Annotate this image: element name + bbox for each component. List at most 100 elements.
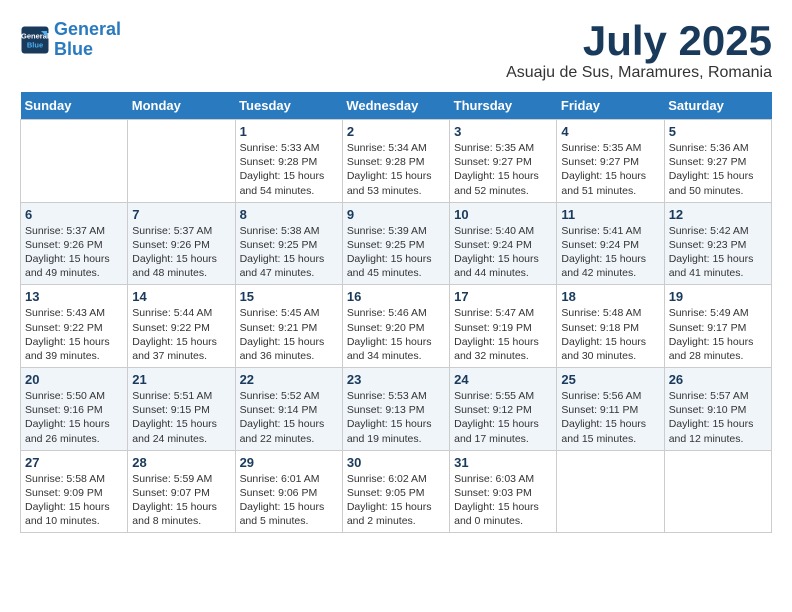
- day-number: 25: [561, 372, 659, 387]
- cell-info: Sunrise: 5:41 AMSunset: 9:24 PMDaylight:…: [561, 224, 659, 281]
- calendar-cell: 6 Sunrise: 5:37 AMSunset: 9:26 PMDaylight…: [21, 202, 128, 285]
- calendar-cell: 20 Sunrise: 5:50 AMSunset: 9:16 PMDayligh…: [21, 368, 128, 451]
- calendar-cell: 4 Sunrise: 5:35 AMSunset: 9:27 PMDaylight…: [557, 120, 664, 203]
- calendar-cell: 15 Sunrise: 5:45 AMSunset: 9:21 PMDayligh…: [235, 285, 342, 368]
- calendar-cell: 26 Sunrise: 5:57 AMSunset: 9:10 PMDayligh…: [664, 368, 771, 451]
- cell-info: Sunrise: 5:37 AMSunset: 9:26 PMDaylight:…: [25, 224, 123, 281]
- weekday-header-tuesday: Tuesday: [235, 92, 342, 120]
- cell-info: Sunrise: 6:01 AMSunset: 9:06 PMDaylight:…: [240, 472, 338, 529]
- calendar-week-row: 1 Sunrise: 5:33 AMSunset: 9:28 PMDaylight…: [21, 120, 772, 203]
- day-number: 14: [132, 289, 230, 304]
- calendar-cell: 24Sunrise: 5:55 AMSunset: 9:12 PMDayligh…: [450, 368, 557, 451]
- calendar-cell: 29Sunrise: 6:01 AMSunset: 9:06 PMDayligh…: [235, 450, 342, 533]
- weekday-header-wednesday: Wednesday: [342, 92, 449, 120]
- cell-info: Sunrise: 5:56 AMSunset: 9:11 PMDaylight:…: [561, 389, 659, 446]
- calendar-cell: [128, 120, 235, 203]
- cell-info: Sunrise: 5:36 AMSunset: 9:27 PMDaylight:…: [669, 141, 767, 198]
- cell-info: Sunrise: 5:46 AMSunset: 9:20 PMDaylight:…: [347, 306, 445, 363]
- calendar-cell: 31Sunrise: 6:03 AMSunset: 9:03 PMDayligh…: [450, 450, 557, 533]
- cell-info: Sunrise: 5:50 AMSunset: 9:16 PMDaylight:…: [25, 389, 123, 446]
- calendar-week-row: 13Sunrise: 5:43 AMSunset: 9:22 PMDayligh…: [21, 285, 772, 368]
- day-number: 31: [454, 455, 552, 470]
- cell-info: Sunrise: 5:49 AMSunset: 9:17 PMDaylight:…: [669, 306, 767, 363]
- calendar-body: 1 Sunrise: 5:33 AMSunset: 9:28 PMDaylight…: [21, 120, 772, 533]
- logo-icon: General Blue: [20, 25, 50, 55]
- cell-info: Sunrise: 5:33 AMSunset: 9:28 PMDaylight:…: [240, 141, 338, 198]
- cell-info: Sunrise: 5:57 AMSunset: 9:10 PMDaylight:…: [669, 389, 767, 446]
- calendar-cell: [664, 450, 771, 533]
- month-year-title: July 2025: [506, 20, 772, 62]
- weekday-header-thursday: Thursday: [450, 92, 557, 120]
- calendar-week-row: 20 Sunrise: 5:50 AMSunset: 9:16 PMDayligh…: [21, 368, 772, 451]
- day-number: 15: [240, 289, 338, 304]
- day-number: 5: [669, 124, 767, 139]
- cell-info: Sunrise: 5:37 AMSunset: 9:26 PMDaylight:…: [132, 224, 230, 281]
- day-number: 7: [132, 207, 230, 222]
- day-number: 20: [25, 372, 123, 387]
- calendar-cell: 14Sunrise: 5:44 AMSunset: 9:22 PMDayligh…: [128, 285, 235, 368]
- cell-info: Sunrise: 5:53 AMSunset: 9:13 PMDaylight:…: [347, 389, 445, 446]
- day-number: 9: [347, 207, 445, 222]
- cell-info: Sunrise: 6:02 AMSunset: 9:05 PMDaylight:…: [347, 472, 445, 529]
- day-number: 2: [347, 124, 445, 139]
- day-number: 27: [25, 455, 123, 470]
- calendar-cell: 3 Sunrise: 5:35 AMSunset: 9:27 PMDaylight…: [450, 120, 557, 203]
- calendar-cell: 22Sunrise: 5:52 AMSunset: 9:14 PMDayligh…: [235, 368, 342, 451]
- cell-info: Sunrise: 5:51 AMSunset: 9:15 PMDaylight:…: [132, 389, 230, 446]
- calendar-cell: [21, 120, 128, 203]
- weekday-header-saturday: Saturday: [664, 92, 771, 120]
- day-number: 16: [347, 289, 445, 304]
- calendar-cell: 5 Sunrise: 5:36 AMSunset: 9:27 PMDaylight…: [664, 120, 771, 203]
- svg-text:Blue: Blue: [27, 40, 43, 49]
- cell-info: Sunrise: 5:59 AMSunset: 9:07 PMDaylight:…: [132, 472, 230, 529]
- calendar-cell: 10 Sunrise: 5:40 AMSunset: 9:24 PMDayligh…: [450, 202, 557, 285]
- calendar-cell: 2Sunrise: 5:34 AMSunset: 9:28 PMDaylight…: [342, 120, 449, 203]
- calendar-cell: 18Sunrise: 5:48 AMSunset: 9:18 PMDayligh…: [557, 285, 664, 368]
- page-header: General Blue General Blue July 2025 Asua…: [20, 20, 772, 82]
- cell-info: Sunrise: 5:45 AMSunset: 9:21 PMDaylight:…: [240, 306, 338, 363]
- day-number: 23: [347, 372, 445, 387]
- logo-general: General: [54, 19, 121, 39]
- weekday-header-friday: Friday: [557, 92, 664, 120]
- day-number: 26: [669, 372, 767, 387]
- cell-info: Sunrise: 5:35 AMSunset: 9:27 PMDaylight:…: [561, 141, 659, 198]
- cell-info: Sunrise: 5:35 AMSunset: 9:27 PMDaylight:…: [454, 141, 552, 198]
- day-number: 4: [561, 124, 659, 139]
- weekday-header-sunday: Sunday: [21, 92, 128, 120]
- day-number: 1: [240, 124, 338, 139]
- day-number: 13: [25, 289, 123, 304]
- cell-info: Sunrise: 5:38 AMSunset: 9:25 PMDaylight:…: [240, 224, 338, 281]
- calendar-cell: 27Sunrise: 5:58 AMSunset: 9:09 PMDayligh…: [21, 450, 128, 533]
- calendar-cell: 17Sunrise: 5:47 AMSunset: 9:19 PMDayligh…: [450, 285, 557, 368]
- calendar-cell: 25 Sunrise: 5:56 AMSunset: 9:11 PMDayligh…: [557, 368, 664, 451]
- day-number: 6: [25, 207, 123, 222]
- day-number: 3: [454, 124, 552, 139]
- cell-info: Sunrise: 5:55 AMSunset: 9:12 PMDaylight:…: [454, 389, 552, 446]
- calendar-cell: 21 Sunrise: 5:51 AMSunset: 9:15 PMDayligh…: [128, 368, 235, 451]
- calendar-cell: 8 Sunrise: 5:38 AMSunset: 9:25 PMDaylight…: [235, 202, 342, 285]
- day-number: 30: [347, 455, 445, 470]
- cell-info: Sunrise: 5:39 AMSunset: 9:25 PMDaylight:…: [347, 224, 445, 281]
- cell-info: Sunrise: 5:40 AMSunset: 9:24 PMDaylight:…: [454, 224, 552, 281]
- location-subtitle: Asuaju de Sus, Maramures, Romania: [506, 64, 772, 82]
- cell-info: Sunrise: 5:47 AMSunset: 9:19 PMDaylight:…: [454, 306, 552, 363]
- day-number: 12: [669, 207, 767, 222]
- day-number: 11: [561, 207, 659, 222]
- weekday-header-monday: Monday: [128, 92, 235, 120]
- calendar-cell: 16 Sunrise: 5:46 AMSunset: 9:20 PMDayligh…: [342, 285, 449, 368]
- calendar-cell: 11 Sunrise: 5:41 AMSunset: 9:24 PMDayligh…: [557, 202, 664, 285]
- day-number: 28: [132, 455, 230, 470]
- cell-info: Sunrise: 5:48 AMSunset: 9:18 PMDaylight:…: [561, 306, 659, 363]
- logo-text: General Blue: [54, 20, 121, 60]
- day-number: 21: [132, 372, 230, 387]
- calendar-week-row: 27Sunrise: 5:58 AMSunset: 9:09 PMDayligh…: [21, 450, 772, 533]
- title-section: July 2025 Asuaju de Sus, Maramures, Roma…: [506, 20, 772, 82]
- day-number: 8: [240, 207, 338, 222]
- calendar-cell: 23 Sunrise: 5:53 AMSunset: 9:13 PMDayligh…: [342, 368, 449, 451]
- calendar-cell: [557, 450, 664, 533]
- calendar-cell: 1 Sunrise: 5:33 AMSunset: 9:28 PMDaylight…: [235, 120, 342, 203]
- day-number: 10: [454, 207, 552, 222]
- calendar-header-row: SundayMondayTuesdayWednesdayThursdayFrid…: [21, 92, 772, 120]
- day-number: 19: [669, 289, 767, 304]
- cell-info: Sunrise: 5:42 AMSunset: 9:23 PMDaylight:…: [669, 224, 767, 281]
